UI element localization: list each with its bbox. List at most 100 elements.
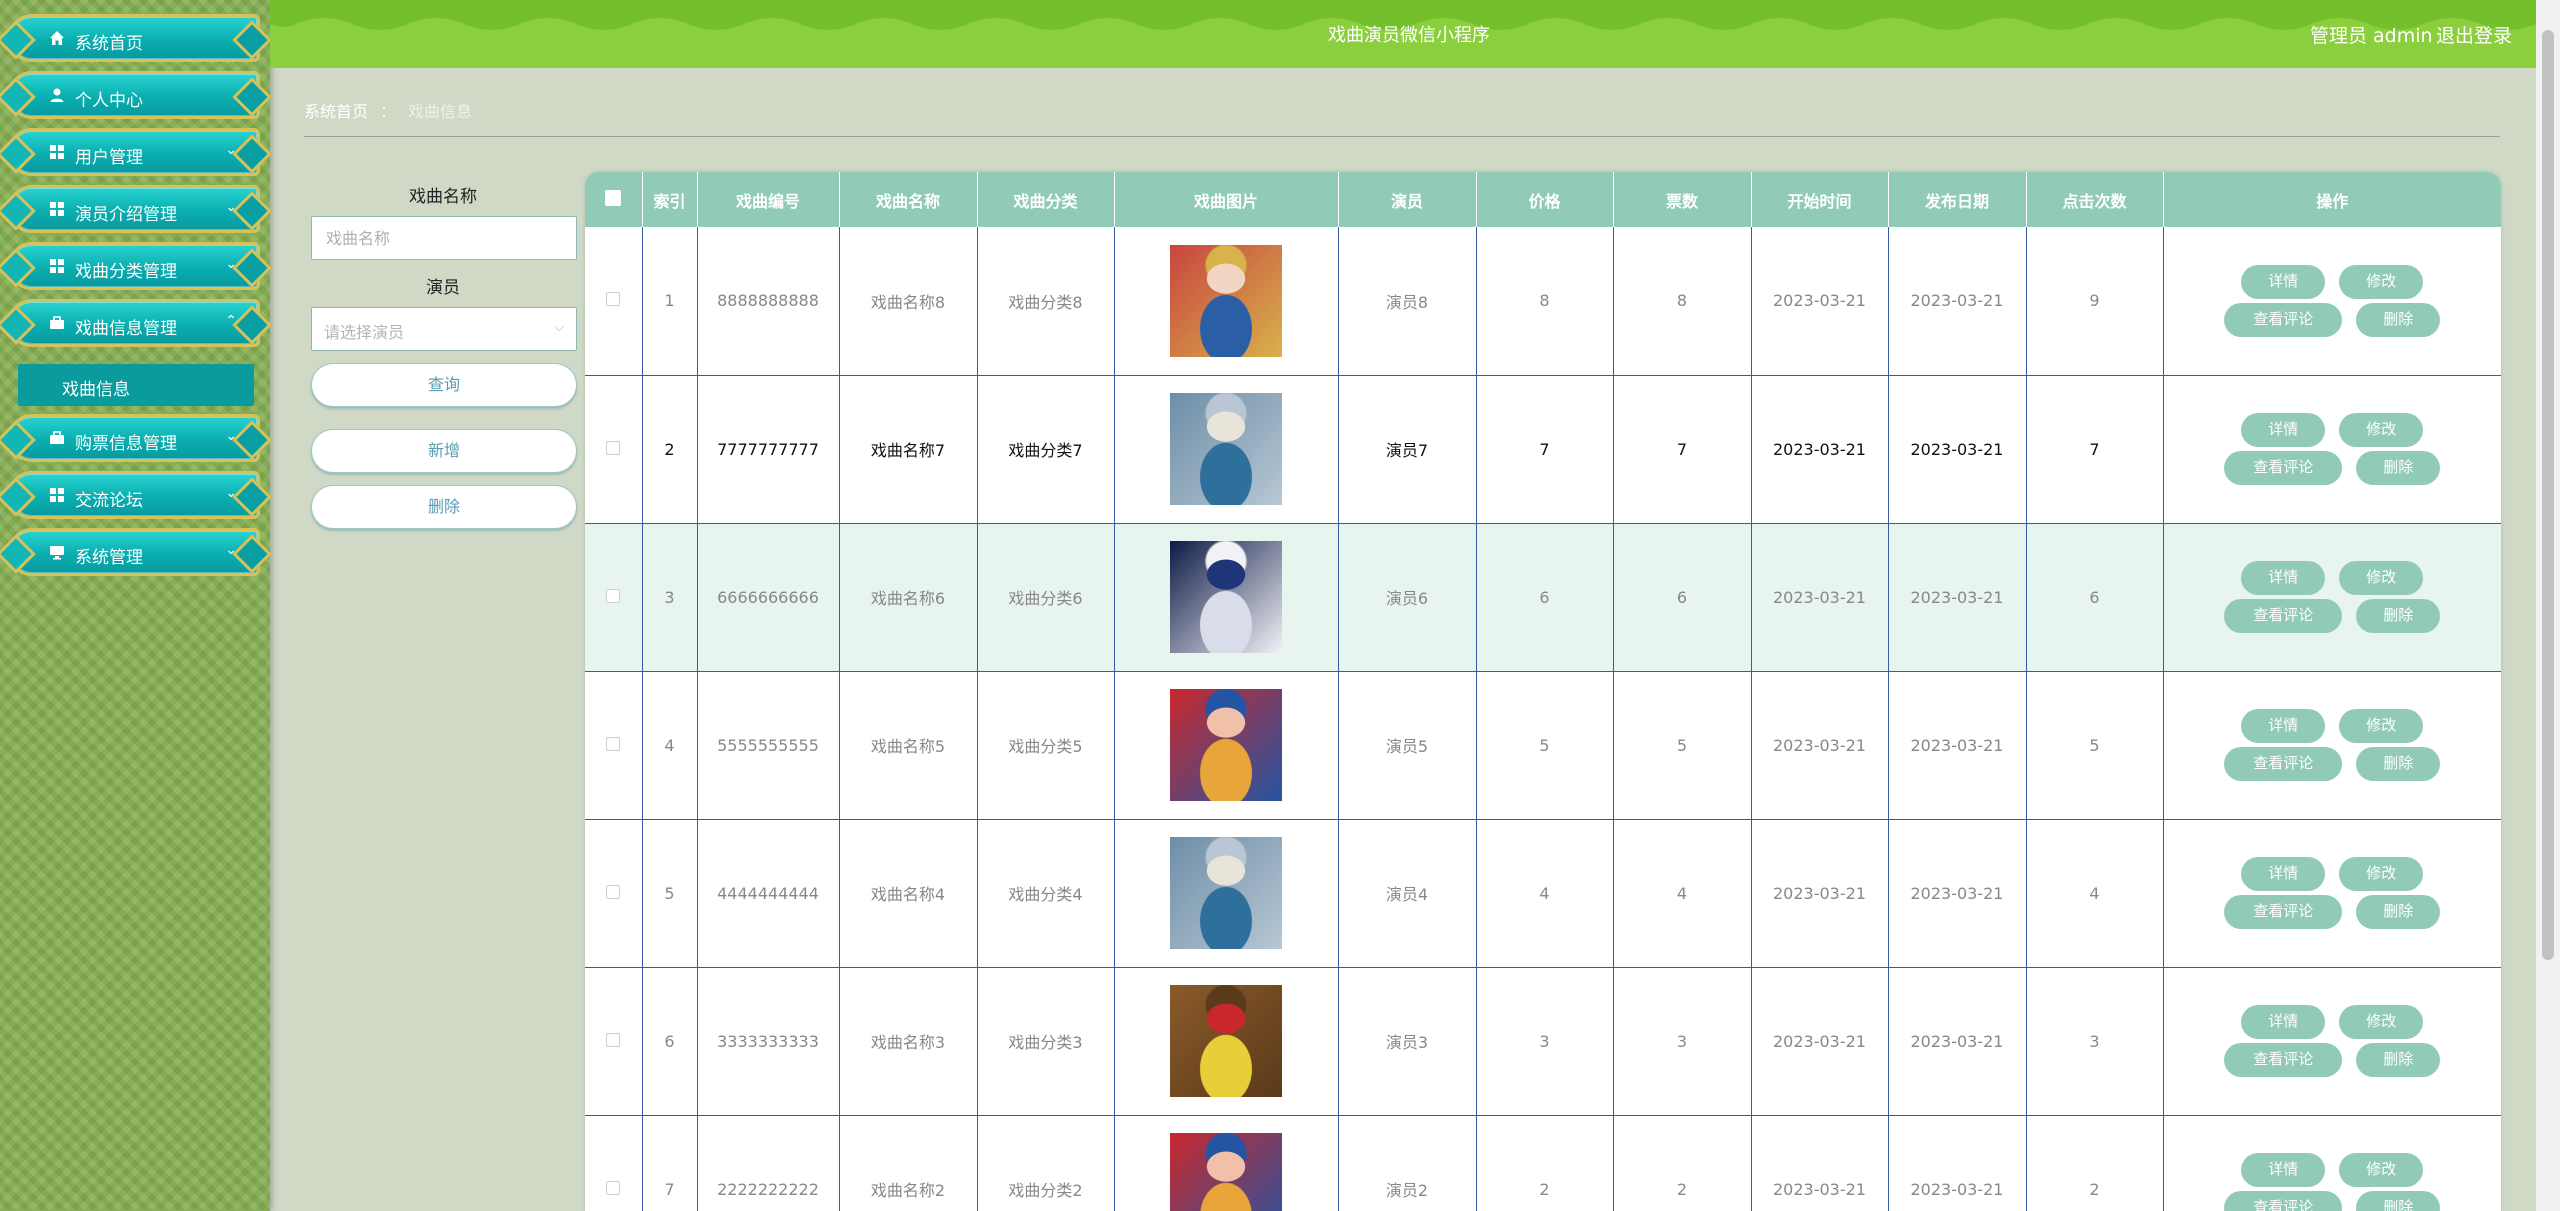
edit-button[interactable]: 修改 <box>2339 1005 2424 1039</box>
row-checkbox[interactable] <box>606 588 621 603</box>
view-comments-button[interactable]: 查看评论 <box>2224 302 2343 337</box>
sidebar-item-users[interactable]: 用户管理 ⌄ <box>8 128 260 176</box>
row-select-cell[interactable] <box>585 523 643 672</box>
delete-button[interactable]: 删除 <box>2356 747 2441 781</box>
detail-button[interactable]: 详情 <box>2241 1153 2326 1187</box>
sidebar-item-profile[interactable]: 个人中心 <box>8 71 260 119</box>
logout-link[interactable]: 退出登录 <box>2436 21 2512 48</box>
actor-filter-select[interactable]: 请选择演员 ⌵ <box>311 307 577 351</box>
row-checkbox[interactable] <box>606 440 621 455</box>
edit-button[interactable]: 修改 <box>2339 413 2424 447</box>
query-button[interactable]: 查询 <box>311 363 577 407</box>
opera-image[interactable] <box>1170 1133 1282 1211</box>
edit-button[interactable]: 修改 <box>2339 264 2424 299</box>
cell-publish-date: 2023-03-21 <box>1888 375 2027 524</box>
cell-start-time: 2023-03-21 <box>1751 523 1889 672</box>
cell-clicks: 3 <box>2026 967 2164 1116</box>
chevron-down-icon: ⌄ <box>225 428 237 444</box>
view-comments-button[interactable]: 查看评论 <box>2224 1043 2343 1077</box>
row-select-cell[interactable] <box>585 1115 643 1211</box>
sidebar-item-label: 交流论坛 <box>75 491 143 511</box>
sidebar-item-system[interactable]: 系统管理 ⌄ <box>8 528 260 576</box>
view-comments-button[interactable]: 查看评论 <box>2224 747 2343 781</box>
row-checkbox[interactable] <box>606 884 621 899</box>
sidebar-item-categories[interactable]: 戏曲分类管理 ⌄ <box>8 242 260 290</box>
detail-button[interactable]: 详情 <box>2241 709 2326 743</box>
select-all-header[interactable] <box>585 172 643 227</box>
edit-button[interactable]: 修改 <box>2339 709 2424 743</box>
table-row[interactable]: 7 2222222222 戏曲名称2 戏曲分类2 演员2 2 2 2023-03… <box>585 1115 2501 1211</box>
cell-actions: 详情 修改 查看评论 删除 <box>2163 1115 2501 1211</box>
breadcrumb-home[interactable]: 系统首页 <box>304 102 368 121</box>
edit-button[interactable]: 修改 <box>2339 1153 2424 1187</box>
briefcase-icon <box>47 313 67 333</box>
table-row[interactable]: 4 5555555555 戏曲名称5 戏曲分类5 演员5 5 5 2023-03… <box>585 671 2501 820</box>
chevron-down-icon: ⌄ <box>225 542 237 558</box>
cell-image <box>1114 523 1339 672</box>
table-row[interactable]: 6 3333333333 戏曲名称3 戏曲分类3 演员3 3 3 2023-03… <box>585 967 2501 1116</box>
row-select-cell[interactable] <box>585 671 643 820</box>
cell-image <box>1114 967 1339 1116</box>
edit-button[interactable]: 修改 <box>2339 561 2424 595</box>
table-row[interactable]: 1 8888888888 戏曲名称8 戏曲分类8 演员8 8 8 2023-03… <box>585 227 2501 376</box>
detail-button[interactable]: 详情 <box>2241 264 2326 299</box>
opera-image[interactable] <box>1170 244 1282 357</box>
detail-button[interactable]: 详情 <box>2241 413 2326 447</box>
select-all-checkbox[interactable] <box>605 189 622 206</box>
batch-delete-button[interactable]: 删除 <box>311 485 577 529</box>
detail-button[interactable]: 详情 <box>2241 1005 2326 1039</box>
cell-category: 戏曲分类3 <box>977 967 1115 1116</box>
sidebar-item-opera-info[interactable]: 戏曲信息管理 ⌃ <box>8 299 260 347</box>
detail-button[interactable]: 详情 <box>2241 561 2326 595</box>
delete-button[interactable]: 删除 <box>2356 895 2441 929</box>
delete-button[interactable]: 删除 <box>2356 302 2441 337</box>
view-comments-button[interactable]: 查看评论 <box>2224 1191 2343 1211</box>
sidebar-item-tickets[interactable]: 购票信息管理 ⌄ <box>8 414 260 462</box>
row-checkbox[interactable] <box>606 736 621 751</box>
cell-index: 7 <box>642 1115 698 1211</box>
table-row[interactable]: 3 6666666666 戏曲名称6 戏曲分类6 演员6 6 6 2023-03… <box>585 523 2501 672</box>
opera-image[interactable] <box>1170 837 1282 949</box>
row-checkbox[interactable] <box>606 1032 621 1047</box>
view-comments-button[interactable]: 查看评论 <box>2224 895 2343 929</box>
cell-start-time: 2023-03-21 <box>1751 819 1889 968</box>
edit-button[interactable]: 修改 <box>2339 857 2424 891</box>
row-select-cell[interactable] <box>585 819 643 968</box>
cell-actor: 演员4 <box>1338 819 1477 968</box>
sidebar-subitem-opera-info[interactable]: 戏曲信息 <box>18 364 254 406</box>
opera-image[interactable] <box>1170 393 1282 505</box>
row-checkbox[interactable] <box>606 292 621 307</box>
table-row[interactable]: 5 4444444444 戏曲名称4 戏曲分类4 演员4 4 4 2023-03… <box>585 819 2501 968</box>
scrollbar-thumb[interactable] <box>2542 30 2554 960</box>
breadcrumb-divider <box>304 136 2500 137</box>
row-checkbox[interactable] <box>606 1180 621 1195</box>
cell-index: 6 <box>642 967 698 1116</box>
cell-name: 戏曲名称8 <box>839 227 978 376</box>
view-comments-button[interactable]: 查看评论 <box>2224 599 2343 633</box>
column-header: 戏曲名称 <box>839 172 978 227</box>
cell-actor: 演员2 <box>1338 1115 1477 1211</box>
page-scrollbar[interactable] <box>2536 0 2560 1211</box>
sidebar-item-home[interactable]: 系统首页 <box>8 14 260 62</box>
delete-button[interactable]: 删除 <box>2356 451 2441 485</box>
add-button[interactable]: 新增 <box>311 429 577 473</box>
view-comments-button[interactable]: 查看评论 <box>2224 451 2343 485</box>
name-filter-input[interactable] <box>311 216 577 260</box>
opera-image[interactable] <box>1170 541 1282 653</box>
sidebar-item-forum[interactable]: 交流论坛 ⌄ <box>8 471 260 519</box>
cell-actions: 详情 修改 查看评论 删除 <box>2163 671 2501 820</box>
delete-button[interactable]: 删除 <box>2356 1191 2441 1211</box>
row-select-cell[interactable] <box>585 227 643 376</box>
column-header: 戏曲分类 <box>977 172 1115 227</box>
row-select-cell[interactable] <box>585 967 643 1116</box>
sidebar-item-actors[interactable]: 演员介绍管理 ⌄ <box>8 185 260 233</box>
delete-button[interactable]: 删除 <box>2356 1043 2441 1077</box>
row-select-cell[interactable] <box>585 375 643 524</box>
table-row[interactable]: 2 7777777777 戏曲名称7 戏曲分类7 演员7 7 7 2023-03… <box>585 375 2501 524</box>
opera-image[interactable] <box>1170 689 1282 801</box>
opera-image[interactable] <box>1170 985 1282 1097</box>
cell-start-time: 2023-03-21 <box>1751 1115 1889 1211</box>
detail-button[interactable]: 详情 <box>2241 857 2326 891</box>
delete-button[interactable]: 删除 <box>2356 599 2441 633</box>
cell-name: 戏曲名称6 <box>839 523 978 672</box>
